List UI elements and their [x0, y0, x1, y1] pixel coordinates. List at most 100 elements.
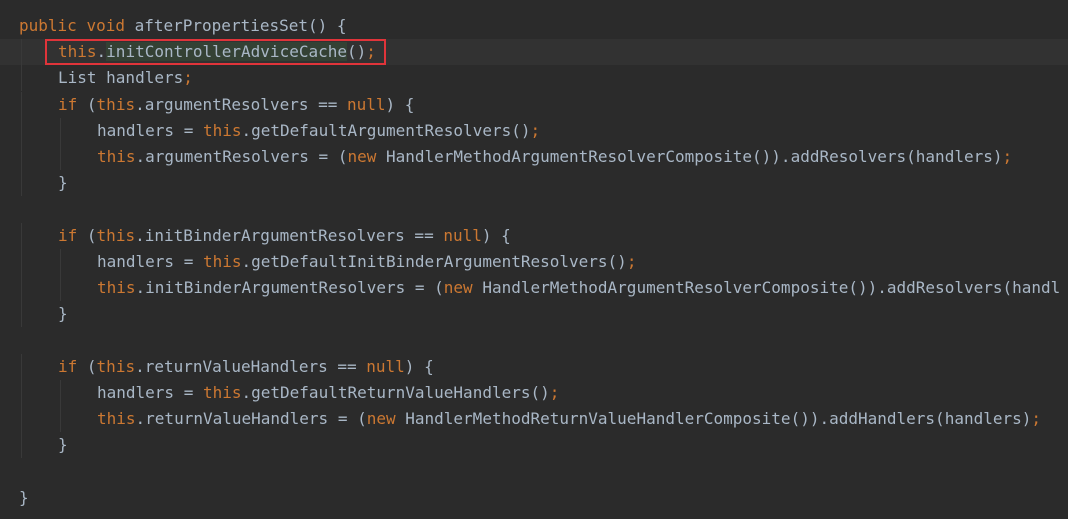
- code-text: }: [19, 485, 29, 511]
- code-text: if (this.returnValueHandlers == null) {: [58, 354, 434, 380]
- semicolon-token: ;: [366, 42, 376, 62]
- identifier-token: .getDefaultInitBinderArgumentResolvers(): [241, 251, 627, 271]
- identifier-token: .argumentResolvers ==: [135, 94, 347, 114]
- indent-guide: [21, 39, 22, 66]
- keyword-token: void: [86, 16, 135, 35]
- keyword-token: this: [96, 225, 136, 245]
- identifier-token: .: [96, 42, 107, 62]
- code-text: handlers = this.getDefaultInitBinderArgu…: [97, 249, 636, 275]
- keyword-token: this: [97, 147, 136, 166]
- identifier-token: ) {: [481, 225, 511, 245]
- identifier-token: initControllerAdviceCache: [106, 42, 347, 62]
- identifier-token: .argumentResolvers = (: [135, 147, 348, 166]
- code-line[interactable]: public void afterPropertiesSet() {: [0, 13, 1068, 39]
- indent-guide: [21, 117, 22, 144]
- keyword-token: null: [366, 356, 405, 376]
- code-editor[interactable]: public void afterPropertiesSet() {this.i…: [0, 0, 1068, 519]
- code-line[interactable]: this.argumentResolvers = (new HandlerMet…: [0, 144, 1068, 170]
- code-text: this.initBinderArgumentResolvers = (new …: [97, 275, 1060, 301]
- code-text: this.returnValueHandlers = (new HandlerM…: [97, 406, 1041, 432]
- code-line[interactable]: }: [0, 170, 1068, 197]
- identifier-token: HandlerMethodReturnValueHandlerComposite…: [405, 409, 1032, 428]
- indent-guide: [21, 301, 22, 328]
- code-line[interactable]: this.initControllerAdviceCache();: [0, 39, 1068, 66]
- keyword-token: null: [443, 225, 482, 245]
- identifier-token: }: [58, 304, 68, 324]
- indent-guide: [21, 144, 22, 170]
- identifier-token: .returnValueHandlers = (: [135, 409, 367, 428]
- identifier-token: .getDefaultReturnValueHandlers(): [241, 382, 550, 402]
- code-text: public void afterPropertiesSet() {: [19, 13, 347, 39]
- indent-guide: [21, 91, 22, 118]
- code-text: this.argumentResolvers = (new HandlerMet…: [97, 144, 1012, 170]
- identifier-token: handlers =: [97, 251, 203, 271]
- identifier-token: HandlerMethodArgumentResolverComposite()…: [482, 278, 1061, 297]
- code-text: handlers = this.getDefaultArgumentResolv…: [97, 118, 540, 144]
- keyword-token: new: [443, 278, 483, 297]
- semicolon-token: ;: [1031, 409, 1042, 428]
- identifier-token: .getDefaultArgumentResolvers(): [241, 120, 531, 140]
- semicolon-token: ;: [1002, 147, 1013, 166]
- code-line[interactable]: }: [0, 485, 1068, 511]
- indent-guide: [21, 406, 22, 432]
- indent-guide: [21, 248, 22, 275]
- code-text: }: [58, 170, 68, 196]
- code-text: if (this.argumentResolvers == null) {: [58, 92, 414, 118]
- indent-guide: [21, 432, 22, 459]
- code-line[interactable]: handlers = this.getDefaultReturnValueHan…: [0, 379, 1068, 406]
- identifier-token: .initBinderArgumentResolvers = (: [135, 278, 444, 297]
- keyword-token: this: [202, 251, 242, 271]
- identifier-token: (: [86, 225, 97, 245]
- keyword-token: this: [97, 278, 136, 297]
- keyword-token: this: [58, 42, 97, 62]
- code-line[interactable]: }: [0, 432, 1068, 459]
- code-line[interactable]: handlers = this.getDefaultArgumentResolv…: [0, 117, 1068, 144]
- identifier-token: }: [58, 173, 68, 193]
- identifier-token: HandlerMethodArgumentResolverComposite()…: [385, 147, 1003, 166]
- indent-guide: [60, 144, 61, 170]
- code-line[interactable]: if (this.argumentResolvers == null) {: [0, 91, 1068, 118]
- indent-guide: [60, 379, 61, 406]
- code-line[interactable]: List handlers;: [0, 65, 1068, 92]
- keyword-token: new: [366, 409, 406, 428]
- semicolon-token: ;: [549, 382, 560, 402]
- code-text: if (this.initBinderArgumentResolvers == …: [58, 223, 511, 249]
- keyword-token: new: [347, 147, 386, 166]
- indent-guide: [21, 353, 22, 380]
- keyword-token: if: [58, 225, 87, 245]
- code-line[interactable]: this.initBinderArgumentResolvers = (new …: [0, 275, 1068, 301]
- identifier-token: handlers =: [97, 382, 203, 402]
- keyword-token: this: [96, 356, 136, 376]
- indent-guide: [60, 275, 61, 301]
- indent-guide: [21, 275, 22, 301]
- code-line[interactable]: this.returnValueHandlers = (new HandlerM…: [0, 406, 1068, 432]
- code-line[interactable]: [0, 458, 1068, 484]
- code-text: }: [58, 301, 68, 327]
- code-text: handlers = this.getDefaultReturnValueHan…: [97, 380, 559, 406]
- code-line[interactable]: [0, 327, 1068, 353]
- code-text: }: [58, 432, 68, 458]
- code-line[interactable]: if (this.returnValueHandlers == null) {: [0, 353, 1068, 380]
- semicolon-token: ;: [183, 68, 193, 88]
- keyword-token: this: [202, 120, 242, 140]
- indent-guide: [60, 406, 61, 432]
- identifier-token: }: [58, 435, 68, 455]
- identifier-token: afterPropertiesSet() {: [134, 16, 347, 35]
- identifier-token: (: [86, 356, 97, 376]
- indent-guide: [60, 117, 61, 144]
- identifier-token: List handlers: [58, 68, 184, 88]
- code-line[interactable]: [0, 196, 1068, 222]
- keyword-token: if: [58, 94, 87, 114]
- indent-guide: [21, 65, 22, 92]
- identifier-token: ) {: [404, 356, 434, 376]
- code-line[interactable]: handlers = this.getDefaultInitBinderArgu…: [0, 248, 1068, 275]
- code-line[interactable]: }: [0, 301, 1068, 328]
- code-line[interactable]: if (this.initBinderArgumentResolvers == …: [0, 222, 1068, 249]
- identifier-token: .initBinderArgumentResolvers ==: [135, 225, 444, 245]
- keyword-token: public: [19, 16, 87, 35]
- indent-guide: [21, 170, 22, 197]
- indent-guide: [21, 222, 22, 249]
- keyword-token: this: [96, 94, 136, 114]
- keyword-token: if: [58, 356, 87, 376]
- identifier-token: (): [347, 42, 367, 62]
